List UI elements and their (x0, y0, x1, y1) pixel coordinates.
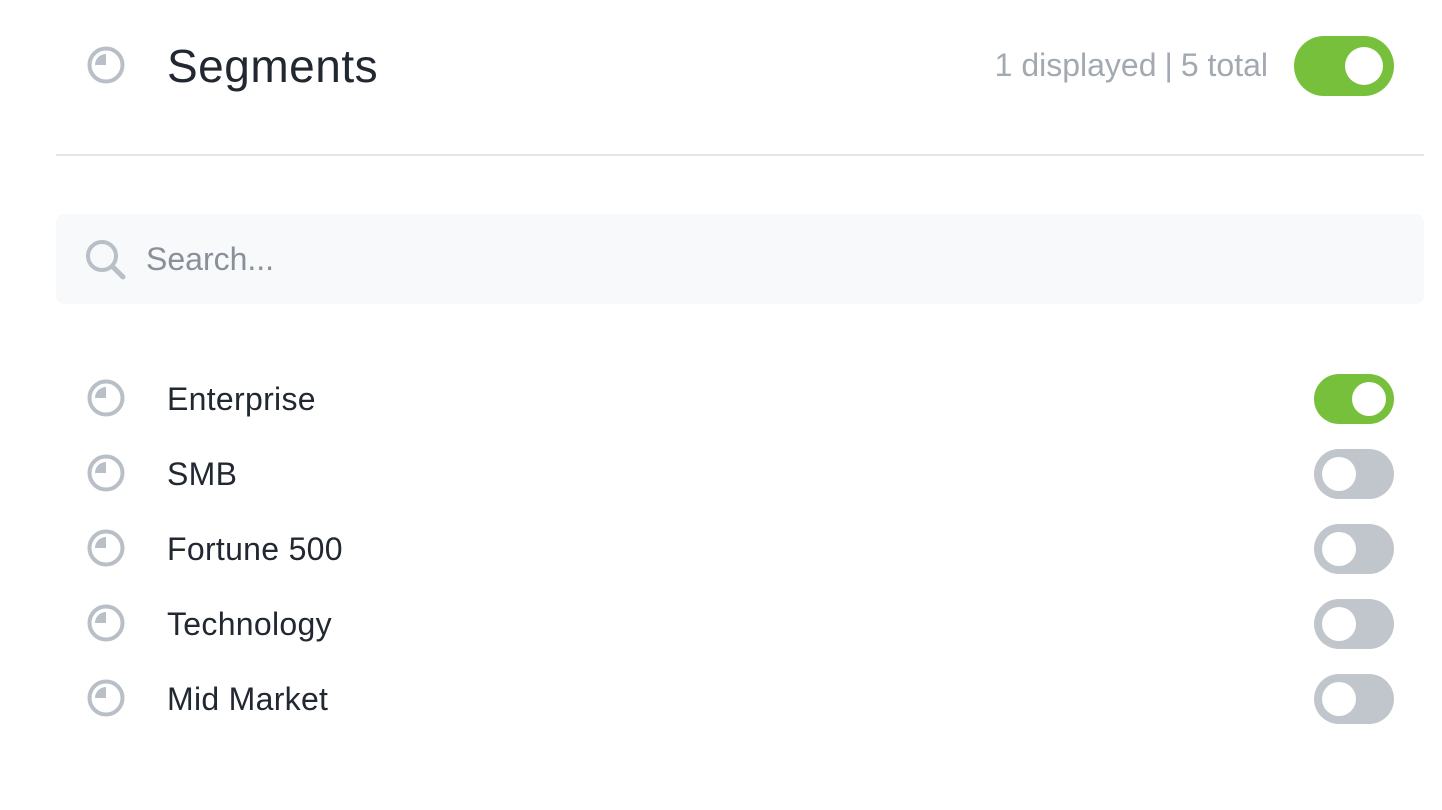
pie-segment-icon (87, 529, 125, 567)
header-divider (56, 154, 1424, 156)
pie-segment-icon (87, 604, 125, 642)
pie-segment-icon (87, 46, 125, 84)
segment-label: Mid Market (167, 681, 329, 717)
segments-panel: Segments 1 displayed|5 total Enterprise (0, 0, 1442, 810)
list-item: Technology (56, 587, 1424, 662)
page-title: Segments (167, 40, 379, 92)
toggle-knob (1322, 457, 1356, 491)
displayed-count: 1 displayed (994, 47, 1157, 83)
pie-segment-icon (87, 454, 125, 492)
segment-counts: 1 displayed | 5 total (995, 44, 1268, 86)
search-input[interactable] (146, 232, 1386, 286)
segment-toggle-smb[interactable] (1314, 449, 1394, 499)
pie-segment-icon (87, 679, 125, 717)
segment-toggle-mid-market[interactable] (1314, 674, 1394, 724)
toggle-knob (1345, 47, 1383, 85)
toggle-knob (1352, 382, 1386, 416)
segment-toggle-fortune-500[interactable] (1314, 524, 1394, 574)
list-item: Enterprise (56, 362, 1424, 437)
segments-header: Segments 1 displayed | 5 total (56, 0, 1424, 132)
toggle-knob (1322, 532, 1356, 566)
segment-list: Enterprise SMB Fortune 500 Technology Mi… (56, 362, 1424, 737)
toggle-knob (1322, 682, 1356, 716)
segment-toggle-technology[interactable] (1314, 599, 1394, 649)
list-item: Mid Market (56, 662, 1424, 737)
count-separator: | (1164, 47, 1173, 83)
toggle-all-segments[interactable] (1294, 36, 1394, 96)
segment-toggle-enterprise[interactable] (1314, 374, 1394, 424)
pie-segment-icon (87, 379, 125, 417)
segment-label: Enterprise (167, 381, 316, 417)
segment-label: Technology (167, 606, 332, 642)
total-count: 5 total (1180, 47, 1268, 83)
segment-label: Fortune 500 (167, 531, 343, 567)
list-item: Fortune 500 (56, 512, 1424, 587)
search-icon (86, 240, 126, 280)
toggle-knob (1322, 607, 1356, 641)
segment-label: SMB (167, 456, 238, 492)
search-box (56, 214, 1424, 304)
list-item: SMB (56, 437, 1424, 512)
